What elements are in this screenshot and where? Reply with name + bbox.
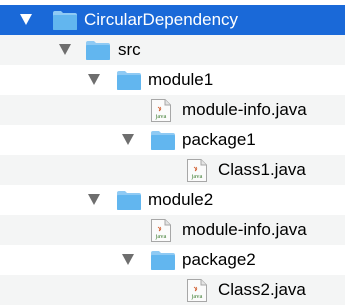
tree-row-module1[interactable]: module1	[0, 65, 345, 95]
java-badge: java	[191, 293, 203, 300]
tree-row-package1[interactable]: package1	[0, 125, 345, 155]
java-file-icon: java	[151, 219, 171, 242]
java-file-icon: java	[151, 99, 171, 122]
tree-item-label: package1	[182, 130, 256, 149]
tree-row-module1-module-info[interactable]: java module-info.java	[0, 95, 345, 125]
disclosure-triangle-icon[interactable]	[59, 44, 71, 55]
java-badge: java	[191, 173, 203, 180]
java-badge: java	[155, 233, 167, 240]
folder-icon	[151, 251, 175, 270]
tree-row-package2[interactable]: package2	[0, 245, 345, 275]
tree-item-label: CircularDependency	[84, 10, 239, 29]
folder-icon	[86, 41, 110, 60]
java-file-icon: java	[187, 279, 207, 302]
tree-item-label: module1	[148, 70, 214, 89]
tree-row-module2[interactable]: module2	[0, 185, 345, 215]
java-file-icon: java	[187, 159, 207, 182]
disclosure-triangle-icon[interactable]	[122, 254, 134, 265]
tree-item-label: package2	[182, 250, 256, 269]
tree-row-circular-dependency[interactable]: CircularDependency	[0, 5, 345, 35]
tree-item-label: module-info.java	[182, 220, 307, 239]
tree-item-label: module-info.java	[182, 100, 307, 119]
disclosure-triangle-icon[interactable]	[88, 74, 100, 85]
tree-item-label: src	[118, 40, 141, 59]
tree-item-label: Class2.java	[218, 280, 306, 299]
tree-row-module2-module-info[interactable]: java module-info.java	[0, 215, 345, 245]
folder-icon	[151, 131, 175, 150]
disclosure-triangle-icon[interactable]	[122, 134, 134, 145]
file-tree: CircularDependency src module1 java modu…	[0, 0, 345, 305]
tree-item-label: module2	[148, 190, 214, 209]
disclosure-triangle-icon[interactable]	[88, 194, 100, 205]
disclosure-triangle-icon[interactable]	[20, 14, 32, 25]
tree-item-label: Class1.java	[218, 160, 306, 179]
tree-row-class1[interactable]: java Class1.java	[0, 155, 345, 185]
java-badge: java	[155, 113, 167, 120]
folder-icon	[117, 191, 141, 210]
tree-row-src[interactable]: src	[0, 35, 345, 65]
folder-icon	[53, 11, 77, 30]
tree-row-class2[interactable]: java Class2.java	[0, 275, 345, 305]
folder-icon	[117, 71, 141, 90]
